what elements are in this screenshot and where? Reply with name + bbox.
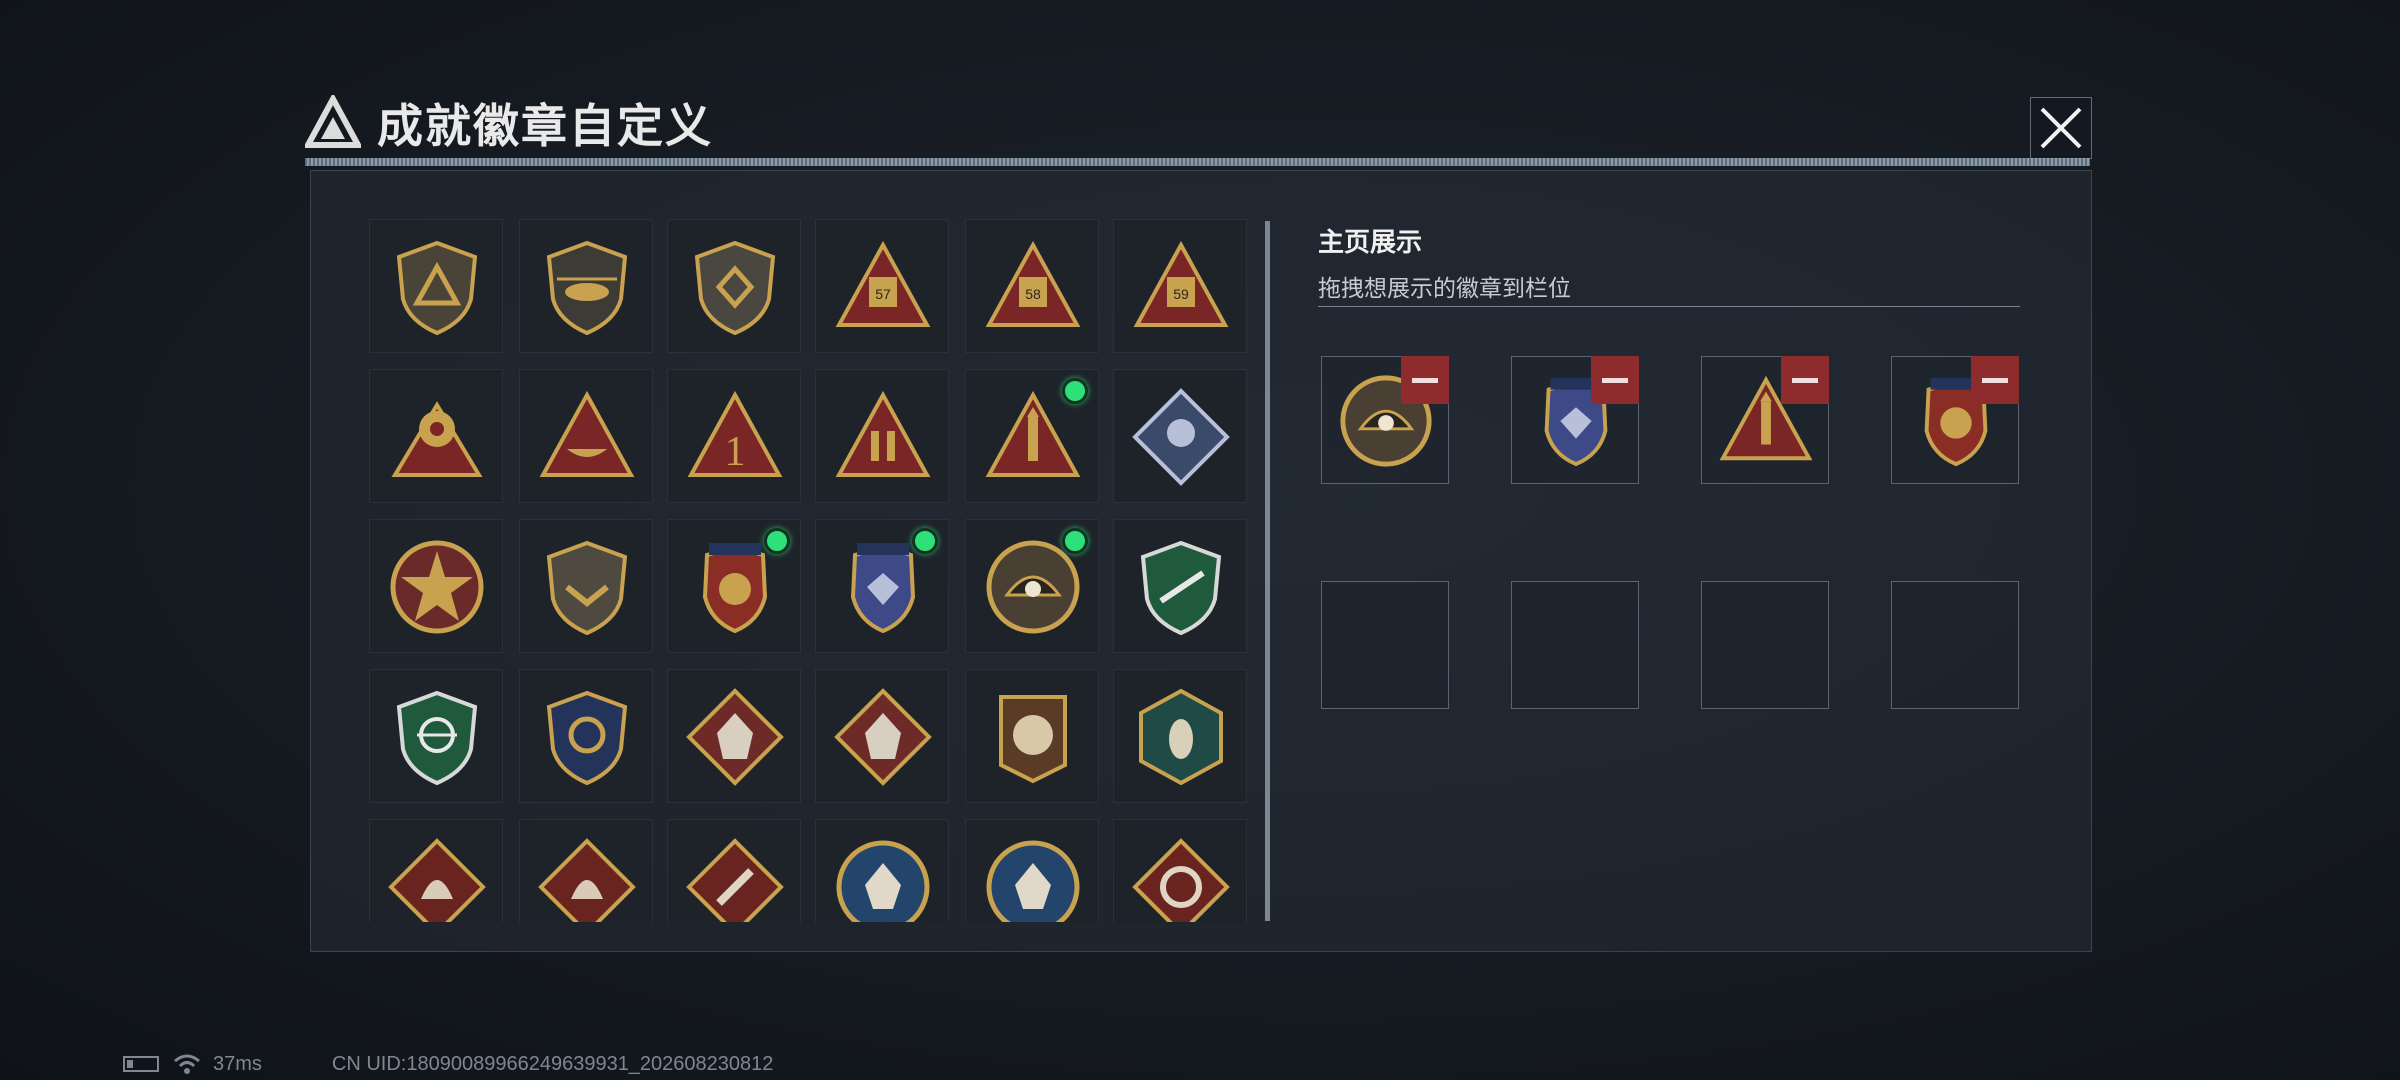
ping-text: 37ms — [213, 1052, 262, 1075]
badge-cell[interactable] — [519, 369, 653, 503]
badge-grid-scrollbar[interactable] — [1265, 221, 1270, 921]
close-button[interactable] — [2030, 97, 2092, 159]
badge-cell[interactable] — [519, 819, 653, 922]
wifi-icon — [174, 1054, 200, 1074]
badge-cell[interactable] — [815, 819, 949, 922]
badge-cell[interactable] — [815, 669, 949, 803]
svg-text:57: 57 — [875, 286, 891, 302]
showcase-slot-filled[interactable] — [1511, 356, 1639, 484]
new-indicator-dot — [912, 528, 938, 554]
minus-icon — [1412, 377, 1438, 383]
showcase-slot-filled[interactable] — [1321, 356, 1449, 484]
badge-cell[interactable] — [965, 519, 1099, 653]
showcase-slot-empty[interactable] — [1511, 581, 1639, 709]
showcase-slot-filled[interactable] — [1701, 356, 1829, 484]
badge-cell[interactable] — [965, 819, 1099, 922]
badge-cell[interactable]: 1 — [667, 369, 801, 503]
badge-cell[interactable] — [1113, 369, 1247, 503]
showcase-divider — [1318, 306, 2020, 307]
new-indicator-dot — [1062, 378, 1088, 404]
status-bar: 37ms CN UID:1809008996624963993‌1_202608… — [123, 1052, 773, 1076]
showcase-slot-empty[interactable] — [1891, 581, 2019, 709]
svg-text:59: 59 — [1173, 286, 1189, 302]
remove-badge-button[interactable] — [1401, 356, 1449, 404]
close-icon — [2040, 107, 2082, 149]
badge-grid[interactable]: 57 58 59 1 — [369, 219, 1259, 922]
badge-cell[interactable]: 57 — [815, 219, 949, 353]
badge-cell[interactable] — [369, 669, 503, 803]
badge-cell[interactable] — [965, 669, 1099, 803]
minus-icon — [1982, 377, 2008, 383]
badge-cell[interactable] — [667, 669, 801, 803]
badge-cell[interactable]: 59 — [1113, 219, 1247, 353]
showcase-header: 主页展示 拖拽想展示的徽章到栏位 — [1318, 222, 1571, 303]
remove-badge-button[interactable] — [1781, 356, 1829, 404]
dialog-header: 成就徽章自定义 — [305, 88, 713, 158]
badge-cell[interactable] — [369, 219, 503, 353]
delta-logo-icon — [305, 95, 361, 148]
badge-cell[interactable] — [1113, 519, 1247, 653]
badge-cell[interactable] — [815, 519, 949, 653]
showcase-subtitle: 拖拽想展示的徽章到栏位 — [1318, 275, 1571, 301]
badge-cell[interactable] — [667, 219, 801, 353]
showcase-title: 主页展示 — [1318, 227, 1423, 257]
svg-text:1: 1 — [725, 429, 746, 475]
badge-cell[interactable] — [965, 369, 1099, 503]
showcase-slot-filled[interactable] — [1891, 356, 2019, 484]
badge-cell[interactable] — [519, 219, 653, 353]
badge-cell[interactable] — [815, 369, 949, 503]
badge-cell[interactable] — [519, 669, 653, 803]
badge-cell[interactable] — [369, 519, 503, 653]
showcase-slot-empty[interactable] — [1701, 581, 1829, 709]
badge-cell[interactable] — [369, 819, 503, 922]
header-divider — [305, 158, 2090, 166]
badge-cell[interactable] — [1113, 669, 1247, 803]
battery-icon — [123, 1056, 159, 1072]
svg-text:58: 58 — [1025, 286, 1041, 302]
new-indicator-dot — [1062, 528, 1088, 554]
new-indicator-dot — [764, 528, 790, 554]
badge-cell[interactable] — [667, 819, 801, 922]
badge-cell[interactable] — [369, 369, 503, 503]
badge-cell[interactable]: 58 — [965, 219, 1099, 353]
badge-cell[interactable] — [667, 519, 801, 653]
showcase-slot-empty[interactable] — [1321, 581, 1449, 709]
badge-cell[interactable] — [519, 519, 653, 653]
minus-icon — [1602, 377, 1628, 383]
badge-cell[interactable] — [1113, 819, 1247, 922]
remove-badge-button[interactable] — [1971, 356, 2019, 404]
uid-text: CN UID:1809008996624963993‌1_20260823081… — [331, 1052, 774, 1075]
minus-icon — [1792, 377, 1818, 383]
dialog-title: 成就徽章自定义 — [377, 100, 713, 152]
remove-badge-button[interactable] — [1591, 356, 1639, 404]
